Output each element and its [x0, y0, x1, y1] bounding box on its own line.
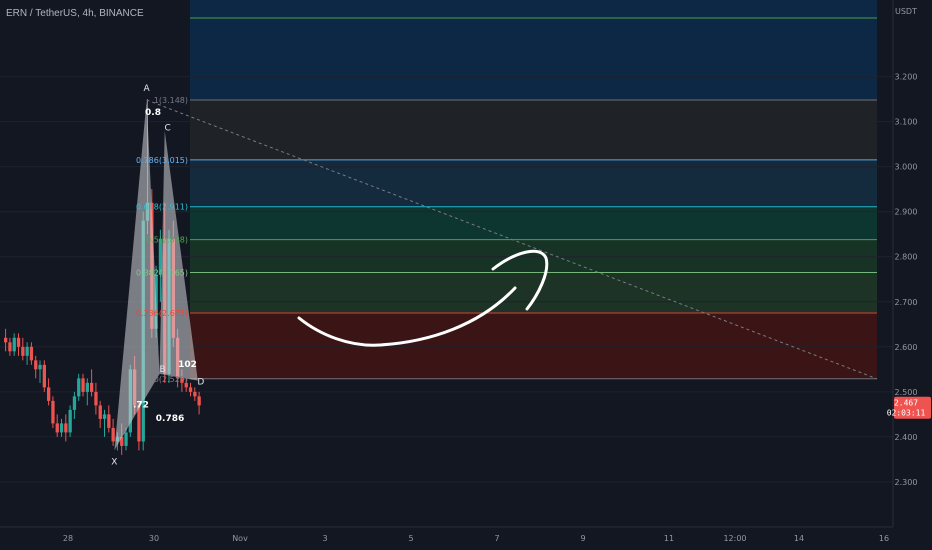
- candle: [42, 364, 46, 388]
- time-tick-label: 5: [408, 534, 413, 543]
- price-tick-label: 3.200: [895, 73, 918, 82]
- candle: [29, 346, 34, 361]
- candle: [94, 391, 98, 406]
- price-tick-label: 2.800: [895, 253, 918, 262]
- candle: [55, 423, 59, 433]
- candle: [38, 364, 42, 370]
- harmonic-point-label: C: [165, 124, 171, 134]
- fib-level-label: 0.618(2.911): [136, 203, 188, 212]
- harmonic-ratio-label: .72: [133, 401, 149, 411]
- candle: [81, 378, 85, 392]
- fib-zones: [190, 0, 877, 380]
- harmonic-point-label: A: [144, 84, 151, 94]
- last-price-countdown: 02:03:11: [887, 409, 926, 418]
- fib-level-label: 0.236(2.675): [136, 309, 188, 318]
- candle: [16, 337, 21, 347]
- harmonic-ratio-label: 0.786: [156, 414, 184, 424]
- price-tick-label: 2.600: [895, 343, 918, 352]
- time-tick-label: 7: [494, 534, 499, 543]
- fib-zone: [190, 0, 877, 19]
- candle: [68, 409, 72, 433]
- candle: [25, 346, 29, 356]
- harmonic-point-label: B: [159, 365, 165, 375]
- time-axis[interactable]: 28 30 Nov 3 5 7 9 11 12:00 14 16: [0, 526, 893, 543]
- candle: [137, 405, 141, 442]
- fib-zone: [190, 313, 877, 379]
- price-axis-bg: [893, 0, 932, 550]
- candle: [64, 423, 68, 433]
- candle: [90, 382, 94, 392]
- price-tick-label: 2.900: [895, 208, 918, 217]
- candle: [98, 405, 102, 419]
- candle: [72, 396, 77, 410]
- candle: [59, 423, 64, 433]
- last-price-value: 2.467: [894, 399, 918, 408]
- fib-zone: [190, 99, 877, 160]
- candle: [111, 427, 115, 442]
- candle: [107, 414, 111, 428]
- candle: [124, 432, 128, 446]
- price-tick-label: 2.500: [895, 388, 918, 397]
- candle: [12, 337, 16, 352]
- time-tick-label: 12:00: [723, 534, 746, 543]
- candle: [85, 382, 89, 392]
- time-tick-label: 9: [580, 534, 585, 543]
- candle: [193, 391, 197, 397]
- harmonic-point-label: X: [111, 457, 117, 467]
- price-tick-label: 2.300: [895, 478, 918, 487]
- fib-zone: [190, 239, 877, 273]
- fib-level-label: 0.5(2.838): [146, 236, 188, 245]
- time-tick-label: 28: [63, 534, 73, 543]
- time-tick-label: 14: [794, 534, 804, 543]
- price-axis[interactable]: USDT 3.200 3.100 3.000 2.900 2.800 2.700 2.600 2…: [887, 0, 932, 550]
- fib-level-label: 0.786(3.015): [136, 156, 188, 165]
- harmonic-ratio-label: 102: [178, 360, 197, 370]
- time-tick-label: 16: [879, 534, 889, 543]
- time-tick-label: 11: [664, 534, 674, 543]
- price-tick-label: 3.000: [895, 163, 918, 172]
- candle: [77, 378, 81, 397]
- candle: [51, 400, 55, 424]
- price-tick-label: 2.400: [895, 433, 918, 442]
- price-tick-label: 3.100: [895, 118, 918, 127]
- fib-zone: [190, 272, 877, 314]
- harmonic-point-label: D: [197, 378, 204, 388]
- harmonic-ratio-label: 0.8: [145, 108, 161, 118]
- candle: [188, 387, 193, 392]
- candle: [8, 342, 12, 352]
- time-tick-label: Nov: [232, 534, 248, 543]
- price-axis-unit: USDT: [895, 7, 917, 16]
- candle: [34, 360, 38, 370]
- candle: [47, 387, 51, 401]
- candle: [21, 346, 25, 356]
- fib-level-label: 1(3.148): [154, 96, 188, 105]
- chart[interactable]: X A B C D 0.8 0.786 .72 102 1(3.148) 0.786(3.015)…: [0, 0, 932, 550]
- candle: [197, 396, 201, 406]
- candle: [4, 337, 8, 343]
- time-tick-label: 3: [322, 534, 327, 543]
- fib-level-label: 0.382(2.765): [136, 269, 188, 278]
- time-tick-label: 30: [149, 534, 159, 543]
- price-tick-label: 2.700: [895, 298, 918, 307]
- candle: [102, 414, 107, 419]
- fib-level-label: 0(2.529): [154, 375, 188, 384]
- fib-zone: [190, 18, 877, 100]
